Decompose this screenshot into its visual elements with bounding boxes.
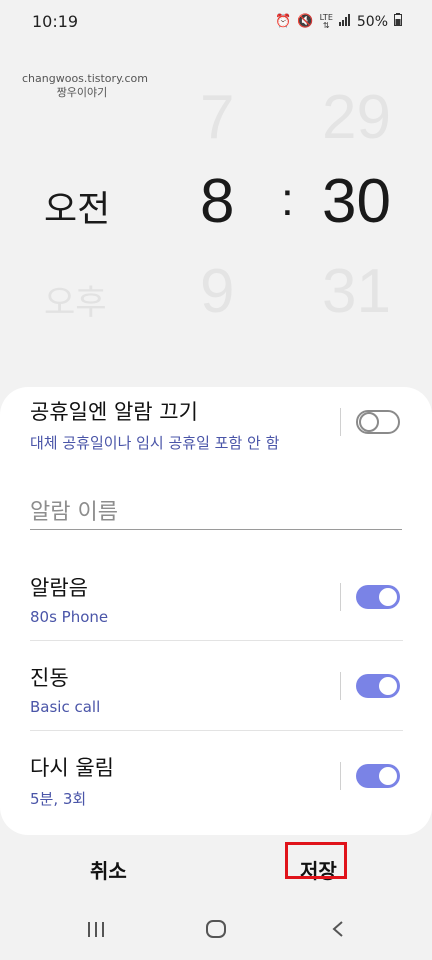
- mute-icon: 🔇: [297, 14, 314, 29]
- status-icons: ⏰ 🔇 LTE ⇅ 50%: [275, 13, 402, 30]
- snooze-toggle[interactable]: [356, 764, 400, 788]
- holiday-off-row[interactable]: 공휴일엔 알람 끄기 대체 공휴일이나 임시 공휴일 포함 안 함: [30, 396, 402, 453]
- navigation-bar: [0, 905, 432, 960]
- snooze-subtitle: 5분, 3회: [30, 790, 87, 808]
- alarm-sound-row[interactable]: 알람음 80s Phone: [30, 572, 402, 626]
- back-icon[interactable]: [330, 919, 346, 944]
- alarm-sound-separator: [340, 583, 341, 611]
- holiday-off-separator: [340, 408, 341, 436]
- vibration-subtitle: Basic call: [30, 698, 101, 716]
- vibration-row[interactable]: 진동 Basic call: [30, 662, 402, 716]
- alarm-sound-title: 알람음: [30, 576, 88, 600]
- minute-next[interactable]: 31: [322, 256, 391, 327]
- toggle-knob: [377, 765, 399, 787]
- alarm-sound-subtitle: 80s Phone: [30, 608, 109, 626]
- time-separator: :: [281, 173, 294, 225]
- alarm-sound-toggle[interactable]: [356, 585, 400, 609]
- time-picker[interactable]: 오전 오후 7 8 9 : 29 30 31: [0, 70, 432, 360]
- cancel-button[interactable]: 취소: [90, 855, 127, 884]
- battery-percent: 50%: [356, 13, 388, 30]
- hour-current[interactable]: 8: [200, 166, 234, 237]
- minute-current[interactable]: 30: [322, 166, 391, 237]
- toggle-knob: [377, 586, 399, 608]
- status-bar: 10:19 ⏰ 🔇 LTE ⇅ 50%: [0, 0, 432, 44]
- recents-icon[interactable]: [86, 919, 106, 944]
- snooze-row[interactable]: 다시 울림 5분, 3회: [30, 752, 402, 809]
- status-time: 10:19: [32, 12, 79, 31]
- alarm-icon: ⏰: [275, 14, 292, 29]
- minute-prev[interactable]: 29: [322, 82, 391, 153]
- snooze-separator: [340, 762, 341, 790]
- ampm-current[interactable]: 오전: [44, 180, 110, 232]
- hour-next[interactable]: 9: [200, 256, 234, 327]
- snooze-title: 다시 울림: [30, 756, 114, 780]
- ampm-next[interactable]: 오후: [44, 275, 107, 324]
- home-icon[interactable]: [205, 919, 227, 944]
- holiday-off-subtitle: 대체 공휴일이나 임시 공휴일 포함 안 함: [30, 434, 280, 452]
- vibration-toggle[interactable]: [356, 674, 400, 698]
- signal-icon: [338, 13, 351, 30]
- hour-prev[interactable]: 7: [200, 82, 234, 153]
- holiday-off-title: 공휴일엔 알람 끄기: [30, 400, 198, 424]
- battery-icon: [394, 13, 402, 30]
- toggle-knob: [377, 675, 399, 697]
- lte-icon: LTE ⇅: [319, 12, 333, 30]
- divider: [30, 730, 403, 731]
- save-highlight-box: [285, 842, 347, 879]
- vibration-title: 진동: [30, 666, 69, 690]
- alarm-name-input[interactable]: [30, 495, 402, 530]
- divider: [30, 640, 403, 641]
- holiday-off-toggle[interactable]: [356, 410, 400, 434]
- toggle-knob: [359, 412, 379, 432]
- vibration-separator: [340, 672, 341, 700]
